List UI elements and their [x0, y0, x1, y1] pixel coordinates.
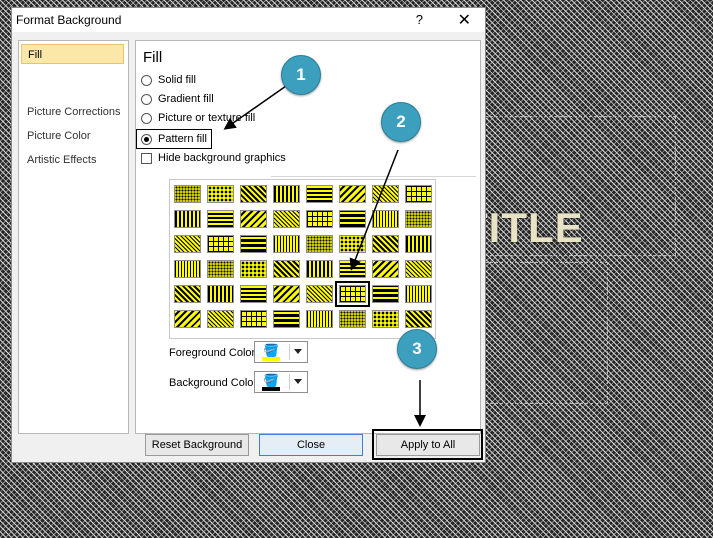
pattern-swatch[interactable]	[339, 185, 366, 203]
dialog-title: Format Background	[16, 13, 122, 27]
gradient-fill-label: Gradient fill	[158, 93, 214, 105]
pattern-swatch[interactable]	[405, 310, 432, 328]
gradient-fill-radio[interactable]	[141, 93, 152, 105]
picture-texture-fill-option[interactable]: Picture or texture fill	[141, 109, 255, 127]
nav-item-artistic-effects[interactable]: Artistic Effects	[21, 150, 124, 170]
pattern-swatch[interactable]	[240, 260, 267, 278]
pattern-swatch[interactable]	[372, 310, 399, 328]
pattern-swatch[interactable]	[273, 285, 300, 303]
pattern-swatch[interactable]	[306, 235, 333, 253]
pattern-swatch[interactable]	[306, 260, 333, 278]
pattern-swatch[interactable]	[306, 310, 333, 328]
fill-panel: Fill Solid fill Gradient fill Picture or…	[135, 40, 481, 434]
pattern-swatch[interactable]	[207, 185, 234, 203]
pattern-swatch[interactable]	[174, 210, 201, 228]
solid-fill-label: Solid fill	[158, 74, 196, 86]
pattern-swatch[interactable]	[207, 210, 234, 228]
pattern-swatch[interactable]	[273, 235, 300, 253]
pattern-swatch[interactable]	[207, 260, 234, 278]
foreground-color-button[interactable]: 🪣	[254, 341, 308, 363]
nav-item-picture-color[interactable]: Picture Color	[21, 126, 124, 146]
step-badge-2: 2	[381, 102, 421, 142]
pattern-swatch[interactable]	[240, 310, 267, 328]
pattern-swatch[interactable]	[240, 285, 267, 303]
button-divider	[289, 374, 290, 390]
step-badge-1: 1	[281, 55, 321, 95]
pattern-swatch[interactable]	[174, 185, 201, 203]
foreground-color-label: Foreground Color:	[169, 347, 259, 359]
pattern-grid	[169, 179, 436, 339]
pattern-swatch[interactable]	[405, 260, 432, 278]
picture-texture-fill-label: Picture or texture fill	[158, 112, 256, 124]
background-color-label: Background Color:	[169, 377, 261, 389]
step-badge-3: 3	[397, 329, 437, 369]
background-color-swatch	[262, 387, 280, 391]
close-button[interactable]: Close	[259, 434, 363, 456]
button-divider	[289, 344, 290, 360]
pattern-swatch[interactable]	[405, 285, 432, 303]
pattern-swatch[interactable]	[372, 285, 399, 303]
pattern-swatch[interactable]	[306, 210, 333, 228]
pattern-fill-label: Pattern fill	[158, 133, 207, 145]
category-nav: Fill Picture Corrections Picture Color A…	[18, 40, 129, 434]
pattern-swatch[interactable]	[372, 235, 399, 253]
gradient-fill-option[interactable]: Gradient fill	[141, 90, 214, 108]
pattern-swatch[interactable]	[405, 185, 432, 203]
background-color-button[interactable]: 🪣	[254, 371, 308, 393]
pattern-swatch[interactable]	[174, 285, 201, 303]
close-icon[interactable]: ✕	[458, 10, 471, 30]
pattern-swatch[interactable]	[207, 285, 234, 303]
pattern-swatch[interactable]	[339, 235, 366, 253]
fill-heading: Fill	[143, 49, 163, 66]
pattern-swatch[interactable]	[273, 185, 300, 203]
pattern-swatch[interactable]	[240, 235, 267, 253]
help-icon[interactable]: ?	[416, 12, 423, 27]
hide-background-label: Hide background graphics	[158, 152, 286, 164]
pattern-swatch[interactable]	[273, 210, 300, 228]
pattern-swatch[interactable]	[273, 310, 300, 328]
solid-fill-radio[interactable]	[141, 74, 152, 86]
pattern-swatch[interactable]	[174, 260, 201, 278]
pattern-swatch[interactable]	[174, 235, 201, 253]
chevron-down-icon[interactable]	[294, 379, 302, 384]
pattern-swatch[interactable]	[207, 310, 234, 328]
pattern-swatch[interactable]	[207, 235, 234, 253]
chevron-down-icon[interactable]	[294, 349, 302, 354]
dialog-titlebar: Format Background ? ✕	[12, 8, 485, 32]
pattern-swatch[interactable]	[240, 185, 267, 203]
pattern-swatch[interactable]	[372, 260, 399, 278]
hide-background-checkbox[interactable]	[141, 152, 152, 164]
pattern-swatch[interactable]	[339, 210, 366, 228]
pattern-swatch[interactable]	[372, 210, 399, 228]
pattern-swatch[interactable]	[174, 310, 201, 328]
pattern-fill-radio[interactable]	[141, 133, 152, 145]
pattern-swatch[interactable]	[335, 281, 370, 307]
pattern-swatch[interactable]	[273, 260, 300, 278]
apply-to-all-highlight-box	[372, 429, 483, 460]
nav-item-picture-corrections[interactable]: Picture Corrections	[21, 102, 124, 122]
picture-texture-fill-radio[interactable]	[141, 112, 152, 124]
foreground-color-swatch	[262, 357, 280, 361]
reset-background-button[interactable]: Reset Background	[145, 434, 249, 456]
hide-background-option[interactable]: Hide background graphics	[141, 149, 286, 167]
pattern-swatch[interactable]	[306, 285, 333, 303]
pattern-swatch[interactable]	[306, 185, 333, 203]
pattern-swatch[interactable]	[240, 210, 267, 228]
nav-item-fill[interactable]: Fill	[21, 44, 124, 64]
solid-fill-option[interactable]: Solid fill	[141, 71, 196, 89]
pattern-swatch[interactable]	[339, 310, 366, 328]
pattern-swatch[interactable]	[339, 260, 366, 278]
pattern-swatch[interactable]	[405, 235, 432, 253]
separator-line	[271, 176, 476, 177]
pattern-fill-option[interactable]: Pattern fill	[141, 130, 207, 148]
pattern-swatch[interactable]	[405, 210, 432, 228]
pattern-swatch[interactable]	[372, 185, 399, 203]
format-background-dialog: Format Background ? ✕ Fill Picture Corre…	[11, 7, 486, 463]
subtitle-placeholder[interactable]	[470, 262, 608, 404]
